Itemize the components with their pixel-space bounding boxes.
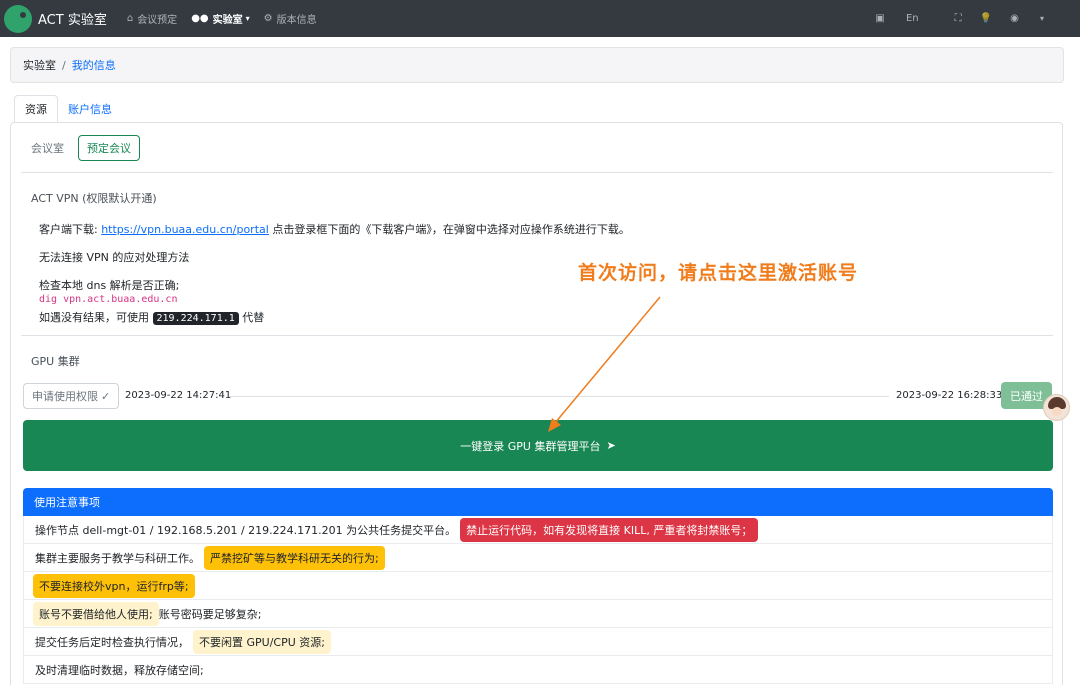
fallback-prefix: 如遇没有结果，可使用 (39, 311, 153, 324)
language-label: En (905, 13, 919, 24)
brand-name: ACT 实验室 (38, 13, 107, 28)
gpu-login-label: 一键登录 GPU 集群管理平台 (460, 439, 601, 453)
notice-row: 操作节点 dell-mgt-01 / 192.168.5.201 / 219.2… (23, 516, 1053, 544)
fallback-suffix: 代替 (238, 311, 265, 324)
nav-lab[interactable]: ●● 实验室 ▾ (191, 11, 249, 26)
gpu-title: GPU 集群 (31, 355, 80, 368)
meeting-room-link[interactable]: 会议室 (31, 140, 64, 156)
request-permission-button[interactable]: 申请使用权限 ✓ (23, 383, 120, 409)
vpn-download-prefix: 客户端下载: (39, 223, 102, 236)
language-toggle[interactable]: ▣ En (875, 13, 936, 24)
vpn-title: ACT VPN (权限默认开通) (31, 192, 157, 205)
vpn-portal-link[interactable]: https://vpn.buaa.edu.cn/portal (101, 223, 269, 236)
nav-version[interactable]: ⚙ 版本信息 (264, 11, 317, 26)
notice-row: 账号不要借给他人使用; 账号密码要足够复杂; (23, 600, 1053, 628)
vpn-download-suffix: 点击登录框下面的《下载客户端》，在弹窗中选择对应操作系统进行下载。 (268, 223, 630, 236)
request-permission-label: 申请使用权限 (32, 390, 98, 403)
notice-row: 及时清理临时数据，释放存储空间; (23, 656, 1053, 684)
logo-icon (4, 4, 32, 33)
fallback-ip: 219.224.171.1 (152, 312, 239, 325)
lightbulb-icon[interactable]: 💡 (980, 13, 992, 24)
caret-down-icon: ▾ (1039, 14, 1044, 23)
tab-account[interactable]: 账户信息 (58, 95, 122, 123)
notice-card: 使用注意事项 操作节点 dell-mgt-01 / 192.168.5.201 … (23, 488, 1053, 684)
brand[interactable]: ACT 实验室 (4, 4, 107, 33)
breadcrumb-root[interactable]: 实验室 (23, 57, 56, 73)
vpn-download-line: 客户端下载: https://vpn.buaa.edu.cn/portal 点击… (39, 221, 630, 237)
request-timestamp: 2023-09-22 14:27:41 (125, 390, 232, 401)
gpu-login-button[interactable]: 一键登录 GPU 集群管理平台 ➤ (23, 420, 1053, 471)
approve-timestamp: 2023-09-22 16:28:33 (896, 390, 1003, 401)
timeline-line (229, 396, 889, 397)
notice-text: 账号密码要足够复杂; (158, 607, 262, 621)
breadcrumb-current[interactable]: 我的信息 (72, 57, 116, 73)
nav-meeting[interactable]: ⌂ 会议预定 (127, 11, 177, 26)
vpn-troubleshoot-title: 无法连接 VPN 的应对处理方法 (39, 251, 190, 264)
divider (21, 335, 1053, 336)
notice-warning-badge: 严禁挖矿等与教学科研无关的行为; (204, 545, 385, 570)
notice-light-badge: 账号不要借给他人使用; (33, 601, 159, 626)
book-meeting-button[interactable]: 预定会议 (78, 135, 140, 161)
notice-text: 及时清理临时数据，释放存储空间; (35, 663, 204, 677)
dns-check-text: 检查本地 dns 解析是否正确; (39, 279, 180, 292)
tab-resources[interactable]: 资源 (14, 95, 58, 123)
notice-row: 集群主要服务于教学与科研工作。 严禁挖矿等与教学科研无关的行为; (23, 544, 1053, 572)
users-icon: ●● (191, 13, 209, 24)
dns-fallback-line: 如遇没有结果，可使用 219.224.171.1 代替 (39, 309, 264, 325)
tabs: 资源 账户信息 (14, 95, 122, 123)
language-icon: ▣ (875, 13, 885, 24)
notice-text: 集群主要服务于教学与科研工作。 (35, 551, 200, 565)
notice-text: 提交任务后定时检查执行情况， (35, 635, 189, 649)
caret-down-icon: ▾ (245, 14, 250, 23)
activation-annotation: 首次访问，请点击这里激活账号 (578, 262, 859, 284)
meeting-subnav: 会议室 预定会议 (31, 135, 140, 161)
notice-danger-badge: 禁止运行代码，如有发现将直接 KILL, 严重者将封禁账号； (460, 517, 759, 542)
user-circle-icon: ◉ (1010, 13, 1019, 24)
building-icon: ⌂ (126, 13, 134, 24)
check-icon: ✓ (101, 389, 111, 403)
expand-icon[interactable]: ⛶ (955, 13, 962, 24)
notice-light-badge: 不要闲置 GPU/CPU 资源; (193, 629, 331, 654)
paper-plane-icon: ➤ (606, 439, 616, 452)
divider (21, 172, 1053, 173)
user-menu[interactable]: ◉ ▾ (1010, 13, 1062, 24)
notice-warning-badge: 不要连接校外vpn，运行frp等; (33, 573, 195, 598)
breadcrumb: 实验室 / 我的信息 (10, 47, 1064, 83)
resources-panel: 会议室 预定会议 ACT VPN (权限默认开通) 客户端下载: https:/… (10, 122, 1063, 685)
cogs-icon: ⚙ (263, 13, 273, 24)
top-navbar: ACT 实验室 ⌂ 会议预定 ●● 实验室 ▾ ⚙ 版本信息 ▣ En ⛶ 💡 … (0, 0, 1080, 37)
nav-lab-label: 实验室 (212, 15, 243, 26)
breadcrumb-separator: / (62, 58, 66, 72)
notice-text: 操作节点 dell-mgt-01 / 192.168.5.201 / 219.2… (35, 523, 457, 537)
notice-row: 不要连接校外vpn，运行frp等; (23, 572, 1053, 600)
notice-title: 使用注意事项 (23, 488, 1053, 516)
nav-version-label: 版本信息 (276, 15, 317, 26)
nav-right: ▣ En ⛶ 💡 ◉ ▾ (875, 13, 1080, 24)
nav-meeting-label: 会议预定 (137, 15, 178, 26)
dig-command: dig vpn.act.buaa.edu.cn (39, 294, 178, 305)
assistant-avatar[interactable] (1043, 394, 1070, 421)
notice-row: 提交任务后定时检查执行情况， 不要闲置 GPU/CPU 资源; (23, 628, 1053, 656)
